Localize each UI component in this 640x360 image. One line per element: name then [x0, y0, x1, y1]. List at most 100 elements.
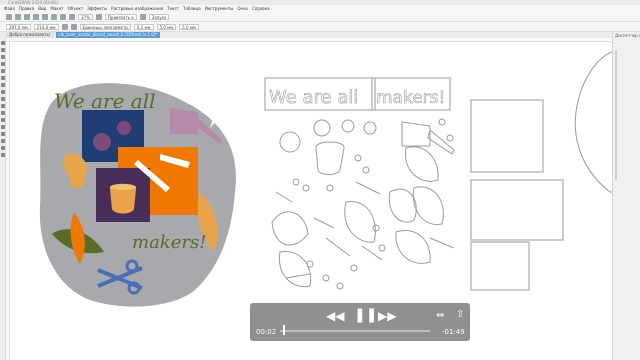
cutout-gear-1	[313, 119, 331, 137]
panel-title: Диспетчер объектов	[615, 33, 640, 38]
cutout-text-1: We are all	[269, 87, 358, 108]
menu-edit[interactable]: Правка	[19, 5, 34, 12]
object-manager-panel: Диспетчер объектов	[612, 32, 640, 360]
portrait-icon[interactable]	[61, 23, 68, 30]
cutout-dot-10	[336, 282, 344, 290]
zoom-tool-icon[interactable]	[1, 62, 5, 66]
rewind-button[interactable]: ◀◀	[326, 310, 344, 322]
cutout-leaf-5	[344, 201, 376, 243]
launch-dropdown[interactable]: Запуск	[148, 13, 170, 20]
elapsed-time: 00:02	[256, 328, 277, 336]
cutout-dot-1	[292, 178, 300, 186]
menu-window[interactable]: Окно	[237, 5, 248, 12]
progress-track[interactable]	[280, 330, 430, 332]
crop-tool-icon[interactable]	[1, 55, 5, 59]
transparency-tool-icon[interactable]	[1, 132, 5, 136]
rectangle-tool-icon[interactable]	[1, 83, 5, 87]
eyedropper-tool-icon[interactable]	[1, 139, 5, 143]
artwork-headline: We are all	[54, 89, 156, 113]
menu-layout[interactable]: Макет	[50, 5, 63, 12]
cutout-dot-8	[306, 260, 314, 268]
parallel-dimension-icon[interactable]	[1, 111, 5, 115]
open-icon[interactable]	[15, 13, 21, 20]
cutout-leaf-3	[395, 230, 431, 264]
menu-effects[interactable]: Эффекты	[87, 5, 107, 12]
redo-icon[interactable]	[51, 13, 57, 20]
duplicate-x-field[interactable]: 5,0 мм	[156, 23, 177, 30]
save-icon[interactable]	[24, 13, 30, 20]
menu-text[interactable]: Текст	[167, 5, 179, 12]
cutout-bulb	[279, 131, 301, 153]
full-screen-icon[interactable]	[95, 13, 102, 20]
cutout-stick-2	[313, 217, 335, 229]
freehand-tool-icon[interactable]	[1, 69, 5, 73]
cutout-leaf-1	[271, 211, 309, 246]
menu-bitmaps[interactable]: Растровые изображения	[111, 5, 163, 12]
nudge-distance-field[interactable]: 0,1 мм	[133, 23, 154, 30]
frame-bottom	[470, 241, 530, 291]
export-icon[interactable]	[69, 13, 75, 20]
standard-toolbar: 37% Привязать к Запуск	[0, 12, 640, 22]
cutout-dot-11	[350, 264, 358, 272]
frame-middle	[470, 179, 564, 241]
watering-can-icon	[170, 108, 198, 134]
cutout-watering-can	[401, 121, 455, 155]
fast-forward-button[interactable]: ▶▶	[378, 310, 396, 322]
cutout-stick-1	[275, 191, 293, 203]
snap-to-dropdown[interactable]: Привязать к	[104, 13, 137, 20]
pause-button[interactable]: ❚❚	[354, 308, 377, 322]
text-tool-icon[interactable]	[1, 104, 5, 108]
cutout-dot-12	[438, 118, 446, 126]
print-icon[interactable]	[33, 13, 39, 20]
cutout-stick-7	[355, 181, 381, 195]
picture-in-picture-icon[interactable]: ⇔	[436, 310, 444, 322]
cutout-dot-13	[446, 134, 454, 142]
cutout-stick-6	[429, 237, 455, 249]
pick-tool-icon[interactable]	[1, 41, 5, 45]
gear-icon-small	[117, 121, 131, 135]
units-dropdown[interactable]: Единицы: миллиметр	[79, 23, 131, 30]
cutout-dot-7	[378, 244, 386, 252]
cutout-lineart[interactable]: We are all makers!	[264, 77, 455, 290]
menu-view[interactable]: Вид	[38, 5, 46, 12]
cutout-leaf-4	[404, 146, 439, 182]
page-width-field[interactable]: 297,0 мм	[6, 23, 31, 30]
ellipse-tool-icon[interactable]	[1, 90, 5, 94]
menu-table[interactable]: Таблица	[183, 5, 201, 12]
gear-icon-large	[93, 133, 111, 151]
frame-top	[470, 99, 544, 173]
pot-rim	[110, 184, 136, 190]
menu-file[interactable]: Файл	[4, 5, 15, 12]
remaining-time: -01:49	[442, 328, 465, 336]
landscape-icon[interactable]	[70, 23, 77, 30]
cutout-stick-3	[325, 237, 351, 257]
cutout-dot-5	[326, 184, 334, 192]
app-window: CorelDRAW 2020 (64-Bit) Файл Правка Вид …	[0, 0, 640, 360]
connector-tool-icon[interactable]	[1, 118, 5, 122]
panel-scrollbar[interactable]	[615, 50, 617, 180]
polygon-tool-icon[interactable]	[1, 97, 5, 101]
cutout-dot-2	[302, 184, 310, 192]
import-icon[interactable]	[60, 13, 66, 20]
zoom-level-field[interactable]: 37%	[78, 13, 93, 20]
shape-tool-icon[interactable]	[1, 48, 5, 52]
share-icon[interactable]: ⇧	[456, 309, 464, 321]
menu-object[interactable]: Объект	[68, 5, 84, 12]
new-document-icon[interactable]	[6, 13, 12, 20]
cutout-dot-9	[322, 274, 330, 282]
menu-help[interactable]: Справка	[252, 5, 270, 12]
page-height-field[interactable]: 210,0 мм	[33, 23, 59, 30]
interactive-fill-icon[interactable]	[1, 146, 5, 150]
cutout-gear-3	[363, 121, 377, 135]
artistic-media-icon[interactable]	[1, 76, 5, 80]
undo-icon[interactable]	[42, 13, 48, 20]
duplicate-y-field[interactable]: 5,0 мм	[179, 23, 199, 30]
options-gear-icon[interactable]	[139, 13, 146, 20]
colored-composition[interactable]: We are all makers!	[39, 83, 236, 307]
progress-thumb[interactable]	[282, 325, 285, 335]
empty-frames[interactable]	[470, 51, 612, 291]
menu-tools[interactable]: Инструменты	[205, 5, 234, 12]
cutout-text-2: makers!	[376, 88, 445, 108]
shadow-tool-icon[interactable]	[1, 125, 5, 129]
smart-fill-icon[interactable]	[1, 153, 5, 157]
